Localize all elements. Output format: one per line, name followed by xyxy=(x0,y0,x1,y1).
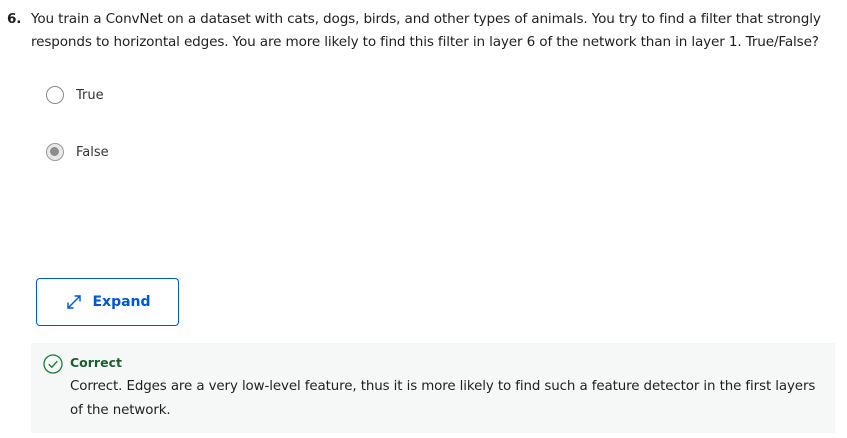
radio-button-true[interactable] xyxy=(46,86,64,104)
expand-button-label: Expand xyxy=(92,294,151,310)
question-text: You train a ConvNet on a dataset with ca… xyxy=(31,11,821,50)
feedback-panel: Correct Correct. Edges are a very low-le… xyxy=(31,343,835,433)
question-number: 6. xyxy=(7,11,22,27)
radio-button-false[interactable] xyxy=(46,143,64,161)
question-block: 6. You train a ConvNet on a dataset with… xyxy=(7,8,837,54)
expand-arrows-icon xyxy=(64,293,84,311)
expand-button[interactable]: Expand xyxy=(36,278,179,326)
feedback-status: Correct xyxy=(70,355,122,370)
option-true[interactable]: True xyxy=(46,86,104,104)
check-circle-icon xyxy=(43,354,63,374)
option-label-false: False xyxy=(76,144,109,160)
option-label-true: True xyxy=(76,87,104,103)
feedback-text: Correct. Edges are a very low-level feat… xyxy=(70,379,816,418)
option-false[interactable]: False xyxy=(46,143,109,161)
quiz-question-page: 6. You train a ConvNet on a dataset with… xyxy=(0,0,847,438)
